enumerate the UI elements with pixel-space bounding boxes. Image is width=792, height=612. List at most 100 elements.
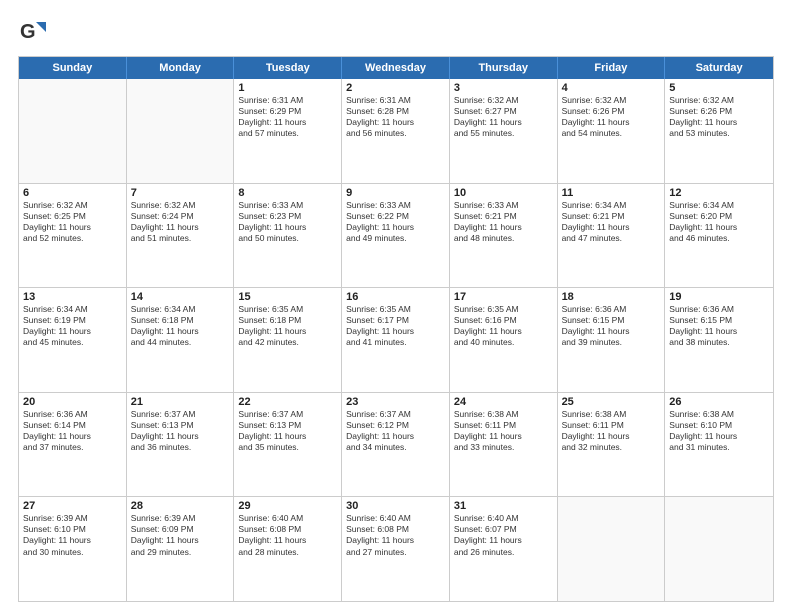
calendar-cell-day-30: 30Sunrise: 6:40 AM Sunset: 6:08 PM Dayli… [342, 497, 450, 601]
day-number: 17 [454, 291, 553, 303]
day-number: 15 [238, 291, 337, 303]
calendar-cell-empty [127, 79, 235, 183]
weekday-header-thursday: Thursday [450, 57, 558, 79]
cell-info: Sunrise: 6:32 AM Sunset: 6:25 PM Dayligh… [23, 200, 122, 244]
day-number: 21 [131, 396, 230, 408]
cell-info: Sunrise: 6:34 AM Sunset: 6:19 PM Dayligh… [23, 304, 122, 348]
calendar-cell-day-28: 28Sunrise: 6:39 AM Sunset: 6:09 PM Dayli… [127, 497, 235, 601]
calendar-row-3: 20Sunrise: 6:36 AM Sunset: 6:14 PM Dayli… [19, 392, 773, 497]
day-number: 9 [346, 187, 445, 199]
weekday-header-wednesday: Wednesday [342, 57, 450, 79]
calendar-cell-day-9: 9Sunrise: 6:33 AM Sunset: 6:22 PM Daylig… [342, 184, 450, 288]
day-number: 23 [346, 396, 445, 408]
day-number: 31 [454, 500, 553, 512]
day-number: 27 [23, 500, 122, 512]
calendar-cell-day-21: 21Sunrise: 6:37 AM Sunset: 6:13 PM Dayli… [127, 393, 235, 497]
calendar-cell-day-8: 8Sunrise: 6:33 AM Sunset: 6:23 PM Daylig… [234, 184, 342, 288]
weekday-header-saturday: Saturday [665, 57, 773, 79]
calendar-body: 1Sunrise: 6:31 AM Sunset: 6:29 PM Daylig… [19, 79, 773, 601]
cell-info: Sunrise: 6:32 AM Sunset: 6:26 PM Dayligh… [562, 95, 661, 139]
cell-info: Sunrise: 6:35 AM Sunset: 6:17 PM Dayligh… [346, 304, 445, 348]
calendar-cell-day-31: 31Sunrise: 6:40 AM Sunset: 6:07 PM Dayli… [450, 497, 558, 601]
day-number: 13 [23, 291, 122, 303]
day-number: 11 [562, 187, 661, 199]
day-number: 26 [669, 396, 769, 408]
calendar-cell-day-11: 11Sunrise: 6:34 AM Sunset: 6:21 PM Dayli… [558, 184, 666, 288]
day-number: 24 [454, 396, 553, 408]
day-number: 8 [238, 187, 337, 199]
calendar-cell-day-5: 5Sunrise: 6:32 AM Sunset: 6:26 PM Daylig… [665, 79, 773, 183]
cell-info: Sunrise: 6:39 AM Sunset: 6:09 PM Dayligh… [131, 513, 230, 557]
cell-info: Sunrise: 6:35 AM Sunset: 6:16 PM Dayligh… [454, 304, 553, 348]
calendar-cell-day-25: 25Sunrise: 6:38 AM Sunset: 6:11 PM Dayli… [558, 393, 666, 497]
calendar-cell-empty [558, 497, 666, 601]
calendar-cell-empty [19, 79, 127, 183]
day-number: 18 [562, 291, 661, 303]
cell-info: Sunrise: 6:39 AM Sunset: 6:10 PM Dayligh… [23, 513, 122, 557]
day-number: 6 [23, 187, 122, 199]
calendar-row-2: 13Sunrise: 6:34 AM Sunset: 6:19 PM Dayli… [19, 287, 773, 392]
cell-info: Sunrise: 6:33 AM Sunset: 6:23 PM Dayligh… [238, 200, 337, 244]
cell-info: Sunrise: 6:36 AM Sunset: 6:15 PM Dayligh… [562, 304, 661, 348]
calendar-cell-day-20: 20Sunrise: 6:36 AM Sunset: 6:14 PM Dayli… [19, 393, 127, 497]
logo: G [18, 18, 50, 46]
cell-info: Sunrise: 6:38 AM Sunset: 6:11 PM Dayligh… [454, 409, 553, 453]
calendar-cell-day-26: 26Sunrise: 6:38 AM Sunset: 6:10 PM Dayli… [665, 393, 773, 497]
cell-info: Sunrise: 6:40 AM Sunset: 6:07 PM Dayligh… [454, 513, 553, 557]
calendar-cell-day-3: 3Sunrise: 6:32 AM Sunset: 6:27 PM Daylig… [450, 79, 558, 183]
day-number: 20 [23, 396, 122, 408]
calendar-cell-day-6: 6Sunrise: 6:32 AM Sunset: 6:25 PM Daylig… [19, 184, 127, 288]
calendar-cell-empty [665, 497, 773, 601]
cell-info: Sunrise: 6:38 AM Sunset: 6:11 PM Dayligh… [562, 409, 661, 453]
weekday-header-tuesday: Tuesday [234, 57, 342, 79]
calendar-cell-day-18: 18Sunrise: 6:36 AM Sunset: 6:15 PM Dayli… [558, 288, 666, 392]
calendar-cell-day-4: 4Sunrise: 6:32 AM Sunset: 6:26 PM Daylig… [558, 79, 666, 183]
day-number: 7 [131, 187, 230, 199]
day-number: 3 [454, 82, 553, 94]
cell-info: Sunrise: 6:34 AM Sunset: 6:21 PM Dayligh… [562, 200, 661, 244]
day-number: 14 [131, 291, 230, 303]
cell-info: Sunrise: 6:34 AM Sunset: 6:18 PM Dayligh… [131, 304, 230, 348]
cell-info: Sunrise: 6:37 AM Sunset: 6:13 PM Dayligh… [131, 409, 230, 453]
cell-info: Sunrise: 6:37 AM Sunset: 6:13 PM Dayligh… [238, 409, 337, 453]
day-number: 29 [238, 500, 337, 512]
cell-info: Sunrise: 6:33 AM Sunset: 6:22 PM Dayligh… [346, 200, 445, 244]
calendar-cell-day-14: 14Sunrise: 6:34 AM Sunset: 6:18 PM Dayli… [127, 288, 235, 392]
svg-text:G: G [20, 21, 36, 43]
logo-icon: G [18, 18, 46, 46]
cell-info: Sunrise: 6:35 AM Sunset: 6:18 PM Dayligh… [238, 304, 337, 348]
day-number: 4 [562, 82, 661, 94]
cell-info: Sunrise: 6:40 AM Sunset: 6:08 PM Dayligh… [238, 513, 337, 557]
cell-info: Sunrise: 6:37 AM Sunset: 6:12 PM Dayligh… [346, 409, 445, 453]
calendar-cell-day-24: 24Sunrise: 6:38 AM Sunset: 6:11 PM Dayli… [450, 393, 558, 497]
cell-info: Sunrise: 6:32 AM Sunset: 6:27 PM Dayligh… [454, 95, 553, 139]
calendar-row-4: 27Sunrise: 6:39 AM Sunset: 6:10 PM Dayli… [19, 496, 773, 601]
cell-info: Sunrise: 6:36 AM Sunset: 6:15 PM Dayligh… [669, 304, 769, 348]
day-number: 16 [346, 291, 445, 303]
calendar-row-1: 6Sunrise: 6:32 AM Sunset: 6:25 PM Daylig… [19, 183, 773, 288]
calendar-cell-day-12: 12Sunrise: 6:34 AM Sunset: 6:20 PM Dayli… [665, 184, 773, 288]
calendar-cell-day-23: 23Sunrise: 6:37 AM Sunset: 6:12 PM Dayli… [342, 393, 450, 497]
weekday-header-sunday: Sunday [19, 57, 127, 79]
calendar-cell-day-29: 29Sunrise: 6:40 AM Sunset: 6:08 PM Dayli… [234, 497, 342, 601]
calendar-header: SundayMondayTuesdayWednesdayThursdayFrid… [19, 57, 773, 79]
calendar-cell-day-1: 1Sunrise: 6:31 AM Sunset: 6:29 PM Daylig… [234, 79, 342, 183]
calendar-cell-day-17: 17Sunrise: 6:35 AM Sunset: 6:16 PM Dayli… [450, 288, 558, 392]
calendar-cell-day-19: 19Sunrise: 6:36 AM Sunset: 6:15 PM Dayli… [665, 288, 773, 392]
weekday-header-friday: Friday [558, 57, 666, 79]
day-number: 5 [669, 82, 769, 94]
day-number: 10 [454, 187, 553, 199]
page-header: G [18, 18, 774, 46]
cell-info: Sunrise: 6:36 AM Sunset: 6:14 PM Dayligh… [23, 409, 122, 453]
day-number: 22 [238, 396, 337, 408]
day-number: 19 [669, 291, 769, 303]
cell-info: Sunrise: 6:31 AM Sunset: 6:28 PM Dayligh… [346, 95, 445, 139]
calendar-row-0: 1Sunrise: 6:31 AM Sunset: 6:29 PM Daylig… [19, 79, 773, 183]
cell-info: Sunrise: 6:32 AM Sunset: 6:24 PM Dayligh… [131, 200, 230, 244]
calendar-cell-day-27: 27Sunrise: 6:39 AM Sunset: 6:10 PM Dayli… [19, 497, 127, 601]
cell-info: Sunrise: 6:31 AM Sunset: 6:29 PM Dayligh… [238, 95, 337, 139]
cell-info: Sunrise: 6:38 AM Sunset: 6:10 PM Dayligh… [669, 409, 769, 453]
day-number: 28 [131, 500, 230, 512]
calendar-cell-day-13: 13Sunrise: 6:34 AM Sunset: 6:19 PM Dayli… [19, 288, 127, 392]
weekday-header-monday: Monday [127, 57, 235, 79]
